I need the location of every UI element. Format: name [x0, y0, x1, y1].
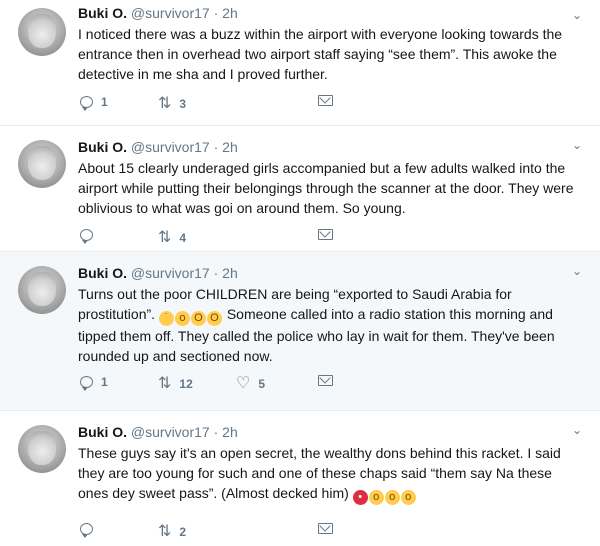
- envelope-icon: [318, 229, 333, 240]
- dm-button[interactable]: [318, 523, 333, 534]
- author-name[interactable]: Buki O.: [78, 5, 127, 21]
- reply-icon: [80, 376, 93, 391]
- separator: ·: [213, 265, 219, 281]
- tweet-text: About 15 clearly underaged girls accompa…: [78, 160, 574, 216]
- retweet-count: 3: [179, 97, 187, 111]
- tweet-header: Buki O. @survivor17 · 2h: [78, 137, 582, 157]
- reply-button[interactable]: [80, 523, 93, 538]
- tweet-header: Buki O. @survivor17 · 2h: [78, 422, 582, 442]
- avatar[interactable]: [18, 425, 66, 473]
- retweet-icon: ⇅: [158, 523, 172, 540]
- timestamp[interactable]: 2h: [222, 5, 238, 21]
- astonished-face-icon: o: [174, 311, 190, 326]
- tweet[interactable]: ⌄ Buki O. @survivor17 · 2h I noticed the…: [0, 0, 600, 126]
- crying-face-icon: o: [368, 490, 384, 505]
- dm-button[interactable]: [318, 95, 333, 106]
- tweet-thread: ⌄ Buki O. @survivor17 · 2h I noticed the…: [0, 0, 600, 546]
- tweet-header: Buki O. @survivor17 · 2h: [78, 263, 582, 283]
- avatar[interactable]: [18, 140, 66, 188]
- crying-face-icon: o: [400, 490, 416, 505]
- retweet-icon: ⇅: [158, 375, 172, 392]
- author-handle[interactable]: @survivor17: [131, 139, 210, 155]
- scream-face-icon: O: [206, 311, 222, 326]
- tweet-text: These guys say it's an open secret, the …: [78, 443, 582, 505]
- envelope-icon: [318, 375, 333, 386]
- separator: ·: [213, 5, 219, 21]
- retweet-button[interactable]: ⇅ 3: [158, 95, 186, 113]
- reply-count: 1: [101, 95, 108, 109]
- retweet-count: 2: [179, 525, 187, 539]
- author-name[interactable]: Buki O.: [78, 139, 127, 155]
- flushed-face-icon: ˙: [158, 311, 174, 326]
- reply-icon: [80, 523, 93, 538]
- dm-button[interactable]: [318, 375, 333, 386]
- retweet-button[interactable]: ⇅ 12: [158, 375, 193, 393]
- author-name[interactable]: Buki O.: [78, 424, 127, 440]
- author-handle[interactable]: @survivor17: [131, 424, 210, 440]
- author-name[interactable]: Buki O.: [78, 265, 127, 281]
- tweet-header: Buki O. @survivor17 · 2h: [78, 3, 582, 23]
- tweet-text-part: These guys say it's an open secret, the …: [78, 445, 561, 501]
- tweet-actions: ⇅ 4: [78, 229, 378, 247]
- reply-button[interactable]: 1: [80, 375, 108, 391]
- reply-button[interactable]: 1: [80, 95, 108, 111]
- timestamp[interactable]: 2h: [222, 265, 238, 281]
- reply-icon: [80, 96, 93, 111]
- author-handle[interactable]: @survivor17: [131, 265, 210, 281]
- retweet-count: 12: [179, 377, 193, 391]
- tweet-actions: 1 ⇅ 3: [78, 95, 378, 113]
- heart-icon: ♡: [236, 375, 251, 392]
- separator: ·: [213, 424, 219, 440]
- author-handle[interactable]: @survivor17: [131, 5, 210, 21]
- timestamp[interactable]: 2h: [222, 139, 238, 155]
- retweet-icon: ⇅: [158, 95, 172, 112]
- separator: ·: [213, 139, 219, 155]
- retweet-count: 4: [179, 231, 187, 245]
- envelope-icon: [318, 95, 333, 106]
- tweet-text: Turns out the poor CHILDREN are being “e…: [78, 284, 582, 366]
- tweet[interactable]: ⌄ Buki O. @survivor17 · 2h Turns out the…: [0, 252, 600, 411]
- avatar[interactable]: [18, 266, 66, 314]
- like-button[interactable]: ♡ 5: [236, 375, 265, 393]
- like-count: 5: [258, 377, 266, 391]
- scream-face-icon: O: [190, 311, 206, 326]
- tweet[interactable]: ⌄ Buki O. @survivor17 · 2h About 15 clea…: [0, 126, 600, 252]
- reply-button[interactable]: [80, 229, 93, 244]
- dm-button[interactable]: [318, 229, 333, 240]
- retweet-button[interactable]: ⇅ 2: [158, 523, 186, 541]
- angry-face-icon: •: [352, 490, 368, 505]
- avatar[interactable]: [18, 8, 66, 56]
- tweet[interactable]: ⌄ Buki O. @survivor17 · 2h These guys sa…: [0, 411, 600, 546]
- tweet-actions: ⇅ 2: [78, 523, 378, 541]
- reply-icon: [80, 229, 93, 244]
- reply-count: 1: [101, 375, 108, 389]
- envelope-icon: [318, 523, 333, 534]
- retweet-button[interactable]: ⇅ 4: [158, 229, 186, 247]
- timestamp[interactable]: 2h: [222, 424, 238, 440]
- crying-face-icon: o: [384, 490, 400, 505]
- retweet-icon: ⇅: [158, 229, 172, 246]
- tweet-actions: 1 ⇅ 12 ♡ 5: [78, 375, 378, 393]
- tweet-text: I noticed there was a buzz within the ai…: [78, 26, 563, 82]
